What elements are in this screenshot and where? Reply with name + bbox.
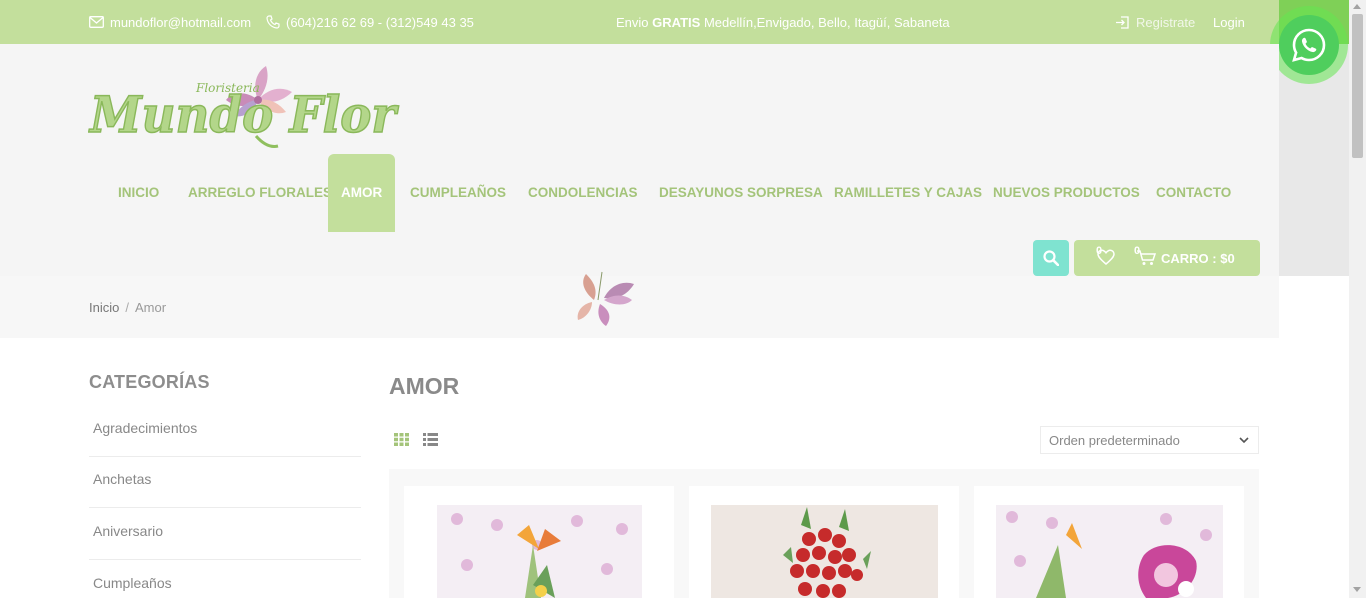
scroll-down-arrow-icon[interactable]	[1353, 587, 1361, 592]
shipping-bold: GRATIS	[652, 14, 701, 30]
sort-select[interactable]: Orden predeterminado	[1040, 426, 1259, 454]
top-bar: mundoflor@hotmail.com (604)216 62 69 - (…	[0, 0, 1366, 44]
decorative-petals	[577, 271, 634, 326]
whatsapp-button-inner	[1279, 15, 1339, 75]
envelope-icon	[89, 16, 104, 28]
product-image[interactable]	[996, 505, 1223, 598]
product-image[interactable]	[711, 505, 938, 598]
site-logo[interactable]: Mundo Flor Floristeria	[87, 66, 400, 160]
category-item[interactable]: Aniversario	[89, 508, 361, 560]
nav-item-arreglo-florales[interactable]: ARREGLO FLORALES	[188, 154, 332, 232]
scroll-up-arrow-icon[interactable]	[1353, 4, 1361, 9]
product-photo-2	[711, 505, 938, 598]
breadcrumb-trail: Inicio / Amor	[89, 300, 166, 315]
category-label: Anchetas	[93, 471, 152, 487]
whatsapp-icon	[1292, 28, 1326, 62]
product-card[interactable]	[404, 486, 674, 598]
cart-button[interactable]: 0 0 CARRO : $0	[1074, 240, 1260, 276]
phones-text: (604)216 62 69 - (312)549 43 35	[286, 14, 474, 30]
sort-selected-value: Orden predeterminado	[1049, 433, 1180, 448]
login-arrow-icon	[1116, 15, 1129, 29]
product-photo-1	[437, 505, 642, 598]
category-item[interactable]: Cumpleaños	[89, 560, 361, 598]
product-card[interactable]	[974, 486, 1244, 598]
nav-item-amor[interactable]: AMOR	[328, 154, 396, 232]
main-navigation: INICIO ARREGLO FLORALES AMOR CUMPLEAÑOS …	[0, 154, 1279, 232]
nav-item-desayunos-sorpresa[interactable]: DESAYUNOS SORPRESA	[659, 154, 823, 232]
product-photo-3	[996, 505, 1223, 598]
category-item[interactable]: Anchetas	[89, 456, 361, 508]
shipping-cities: Medellín,Envigado, Bello, Itagüí, Sabane…	[703, 14, 950, 30]
search-icon	[1043, 250, 1059, 266]
product-image[interactable]	[437, 505, 642, 598]
free-shipping-notice: Envio GRATIS Medellín,Envigado, Bello, I…	[616, 0, 950, 44]
nav-item-nuevos-productos[interactable]: NUEVOS PRODUCTOS	[993, 154, 1140, 232]
register-link[interactable]: Registrate	[1115, 0, 1195, 44]
site-header: Mundo Flor Floristeria INICIO ARREGLO FL…	[0, 44, 1279, 276]
chevron-down-icon	[1239, 437, 1249, 444]
shipping-prefix: Envio	[616, 14, 649, 30]
whatsapp-button[interactable]	[1270, 6, 1348, 84]
list-view-icon[interactable]	[423, 433, 438, 446]
login-label: Login	[1213, 14, 1245, 30]
category-label: Aniversario	[93, 523, 164, 539]
contact-phones[interactable]: (604)216 62 69 - (312)549 43 35	[266, 0, 474, 44]
page-title: AMOR	[389, 373, 460, 399]
category-label: Agradecimientos	[93, 420, 198, 436]
contact-email[interactable]: mundoflor@hotmail.com	[89, 0, 251, 44]
category-label: Cumpleaños	[93, 575, 172, 591]
logo-small-text: Floristeria	[195, 81, 260, 95]
grid-view-icon[interactable]	[394, 433, 409, 446]
nav-item-cumpleanos[interactable]: CUMPLEAÑOS	[410, 154, 506, 232]
search-button[interactable]	[1033, 240, 1069, 276]
email-text: mundoflor@hotmail.com	[110, 14, 252, 30]
breadcrumb-current: Amor	[134, 300, 167, 315]
login-link[interactable]: Login	[1213, 0, 1245, 44]
breadcrumb-home[interactable]: Inicio	[89, 300, 119, 315]
breadcrumb: Inicio / Amor	[0, 276, 1279, 338]
cart-label: CARRO : $0	[1161, 251, 1235, 266]
nav-item-inicio[interactable]: INICIO	[118, 154, 159, 232]
scrollbar-thumb[interactable]	[1352, 14, 1363, 158]
product-card[interactable]	[689, 486, 959, 598]
register-label: Registrate	[1136, 14, 1196, 30]
breadcrumb-separator: /	[125, 300, 129, 315]
nav-item-condolencias[interactable]: CONDOLENCIAS	[528, 154, 638, 232]
nav-item-contacto[interactable]: CONTACTO	[1156, 154, 1231, 232]
phone-icon	[266, 15, 280, 29]
categories-title: CATEGORÍAS	[89, 372, 210, 392]
category-item[interactable]: Agradecimientos	[89, 405, 361, 457]
logo-graphic: Mundo Flor Floristeria	[87, 66, 400, 148]
cart-icon	[1137, 250, 1157, 265]
heart-icon[interactable]	[1096, 248, 1116, 266]
page-scrollbar[interactable]	[1349, 0, 1366, 598]
nav-item-ramilletes-y-cajas[interactable]: RAMILLETES Y CAJAS	[834, 154, 982, 232]
